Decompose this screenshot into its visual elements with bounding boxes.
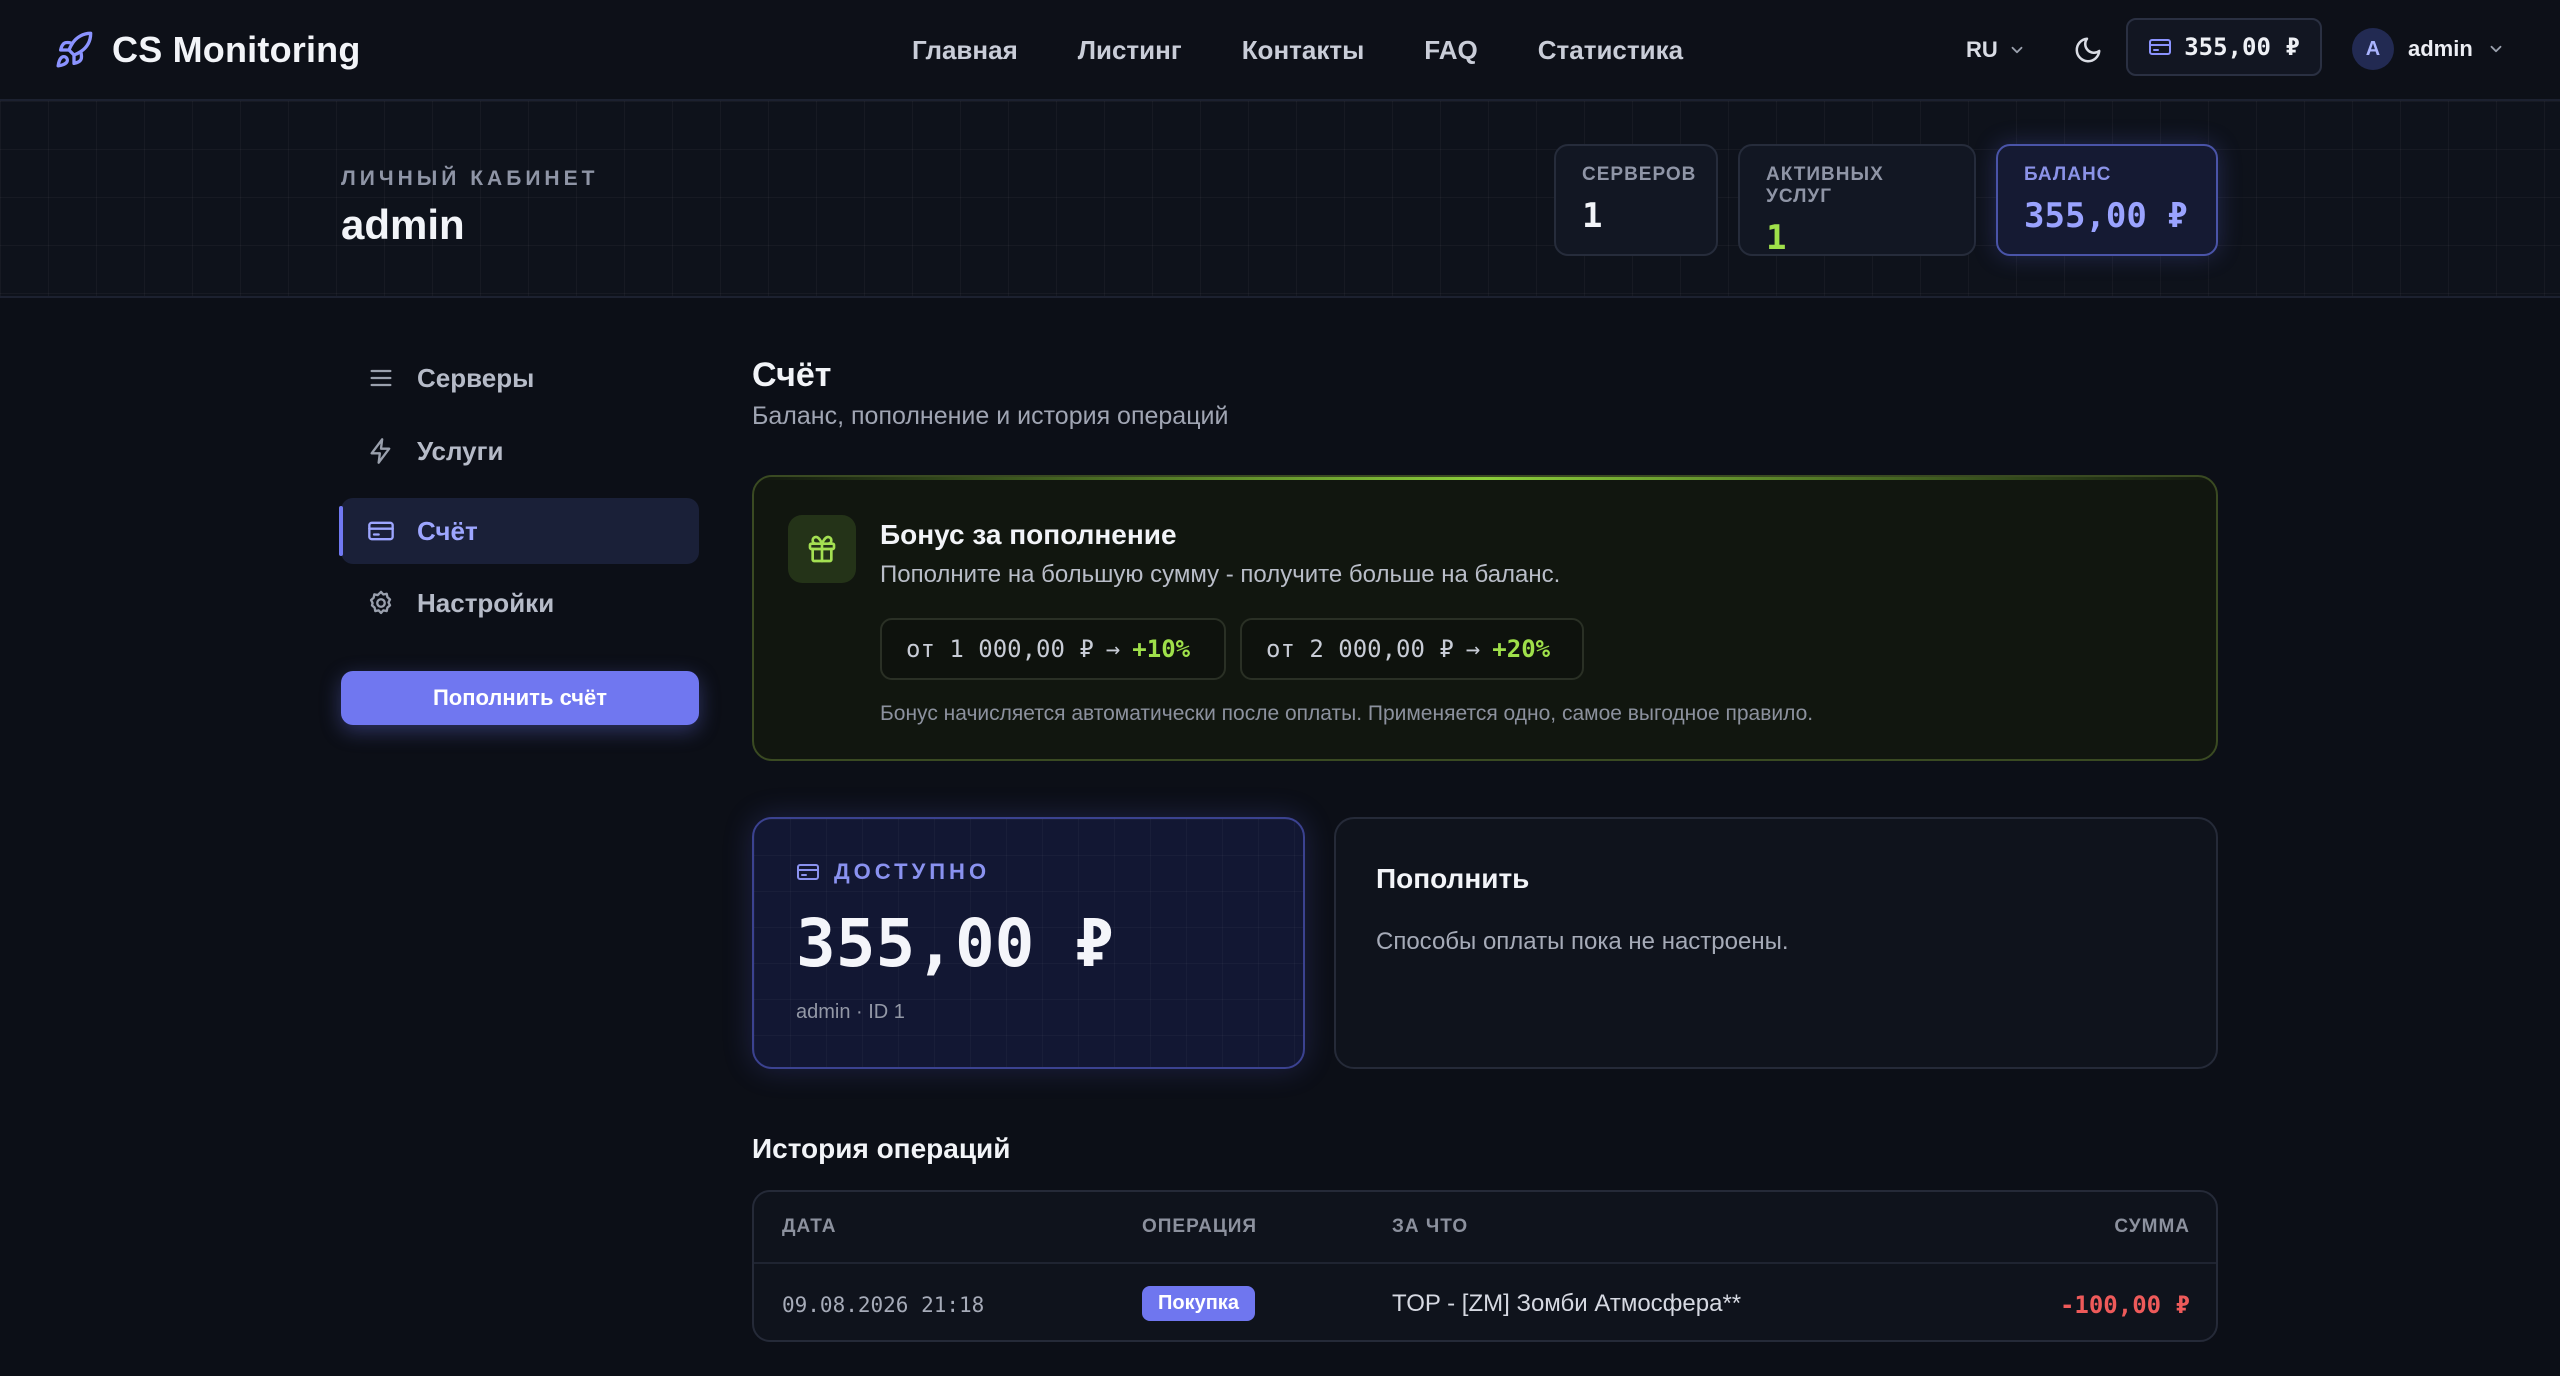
topup-account-button[interactable]: Пополнить счёт	[341, 671, 699, 725]
available-meta: admin · ID 1	[796, 1001, 905, 1023]
user-name: admin	[2408, 36, 2473, 61]
page-title: Счёт	[752, 356, 832, 394]
profile-name: admin	[341, 201, 465, 248]
wallet-icon	[2149, 39, 2172, 55]
bonus-tier-2: от 2 000,00 ₽ → +20%	[1240, 618, 1584, 680]
topup-title: Пополнить	[1376, 863, 1530, 894]
nav-link-faq[interactable]: FAQ	[1424, 35, 1477, 66]
moon-icon	[2075, 37, 2101, 63]
card-icon	[797, 864, 819, 880]
sidebar-item-services[interactable]: Услуги	[341, 418, 699, 484]
history-title: История операций	[752, 1133, 1011, 1164]
avatar: A	[2352, 28, 2394, 70]
available-label: ДОСТУПНО	[796, 859, 990, 885]
arrow-right-icon: →	[1105, 635, 1121, 663]
nav-link-listing[interactable]: Листинг	[1078, 35, 1182, 66]
card-icon	[368, 521, 394, 541]
language-label: RU	[1966, 37, 1998, 62]
bolt-icon	[370, 438, 391, 464]
profile-header: ЛИЧНЫЙ КАБИНЕТ admin СЕРВЕРОВ 1 АКТИВНЫХ…	[0, 101, 2560, 298]
row-for: TOP - [ZM] Зомби Атмосфера**	[1392, 1290, 1742, 1317]
profile-kicker: ЛИЧНЫЙ КАБИНЕТ	[341, 167, 599, 190]
column-header-operation: ОПЕРАЦИЯ	[1142, 1216, 1258, 1237]
gear-icon	[369, 590, 392, 615]
tier-threshold: от 1 000,00 ₽	[906, 635, 1094, 663]
top-navbar: CS Monitoring Главная Листинг Контакты F…	[0, 0, 2560, 101]
user-menu[interactable]: A admin	[2352, 26, 2505, 72]
bonus-note: Бонус начисляется автоматически после оп…	[880, 702, 1814, 725]
history-table: ДАТА ОПЕРАЦИЯ ЗА ЧТО СУММА 09.08.2026 21…	[752, 1190, 2218, 1342]
sidebar-item-settings[interactable]: Настройки	[341, 570, 699, 636]
sidebar-item-label: Услуги	[417, 435, 504, 466]
available-label-text: ДОСТУПНО	[834, 859, 991, 884]
main-nav: Главная Листинг Контакты FAQ Статистика	[912, 28, 1683, 72]
stat-value: 1	[1582, 196, 1603, 236]
stat-label: СЕРВЕРОВ	[1582, 164, 1697, 185]
topup-card: Пополнить Способы оплаты пока не настрое…	[1334, 817, 2218, 1069]
column-header-sum: СУММА	[2114, 1216, 2190, 1237]
nav-link-statistics[interactable]: Статистика	[1538, 35, 1683, 66]
available-balance-card: ДОСТУПНО 355,00 ₽ admin · ID 1	[752, 817, 1305, 1069]
language-selector[interactable]: RU	[1966, 30, 2026, 70]
stat-label: БАЛАНС	[2024, 164, 2112, 185]
stat-active-services: АКТИВНЫХ УСЛУГ 1	[1738, 144, 1976, 258]
stat-value: 1	[1766, 218, 1787, 258]
bonus-card: Бонус за пополнение Пополните на большую…	[752, 475, 2218, 761]
tier-percent: +10%	[1132, 635, 1191, 663]
chevron-down-icon	[2011, 46, 2023, 54]
nav-link-home[interactable]: Главная	[912, 35, 1018, 66]
stat-value: 355,00 ₽	[2024, 196, 2188, 236]
brand-logo[interactable]: CS Monitoring	[54, 22, 361, 78]
sidebar-item-label: Серверы	[417, 362, 535, 393]
column-header-date: ДАТА	[782, 1216, 837, 1237]
rocket-icon	[56, 31, 93, 68]
nav-link-contacts[interactable]: Контакты	[1242, 35, 1365, 66]
brand-name: CS Monitoring	[112, 29, 361, 70]
theme-toggle[interactable]	[2068, 30, 2108, 70]
stat-balance: БАЛАНС 355,00 ₽	[1996, 144, 2218, 256]
sidebar-item-label: Счёт	[417, 515, 478, 546]
bonus-tier-1: от 1 000,00 ₽ → +10%	[880, 618, 1226, 680]
available-amount: 355,00 ₽	[796, 905, 1114, 982]
chevron-down-icon	[2490, 45, 2502, 53]
column-header-for: ЗА ЧТО	[1392, 1216, 1469, 1237]
page-subtitle: Баланс, пополнение и история операций	[752, 402, 1229, 430]
nav-balance-button[interactable]: 355,00 ₽	[2126, 18, 2322, 76]
bonus-description: Пополните на большую сумму - получите бо…	[880, 561, 1561, 588]
tier-percent: +20%	[1492, 635, 1551, 663]
sidebar-item-label: Настройки	[417, 587, 555, 618]
stat-label: АКТИВНЫХ УСЛУГ	[1766, 164, 1884, 207]
sidebar-item-account[interactable]: Счёт	[339, 498, 699, 564]
row-date: 09.08.2026 21:18	[782, 1293, 985, 1317]
operation-badge: Покупка	[1142, 1286, 1255, 1321]
arrow-right-icon: →	[1465, 635, 1481, 663]
bonus-title: Бонус за пополнение	[880, 519, 1177, 550]
gift-icon	[808, 535, 836, 563]
table-divider	[754, 1262, 2216, 1264]
stat-servers: СЕРВЕРОВ 1	[1554, 144, 1718, 256]
tier-threshold: от 2 000,00 ₽	[1266, 635, 1454, 663]
gift-icon-box	[788, 515, 856, 583]
row-sum: -100,00 ₽	[2059, 1291, 2190, 1319]
nav-balance-amount: 355,00 ₽	[2184, 33, 2300, 61]
list-icon	[370, 369, 392, 387]
sidebar-item-servers[interactable]: Серверы	[341, 345, 699, 411]
topup-description: Способы оплаты пока не настроены.	[1376, 928, 1789, 955]
